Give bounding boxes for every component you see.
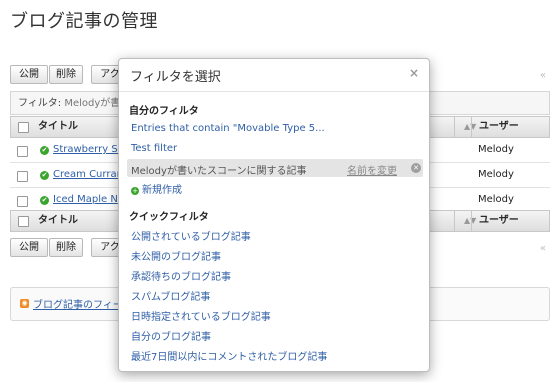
dialog-title: フィルタを選択 (130, 70, 221, 85)
new-filter-link[interactable]: + 新規作成 (131, 181, 182, 196)
page-title: ブログ記事の管理 (10, 11, 158, 32)
delete-filter-icon[interactable]: ✕ (411, 163, 421, 173)
filter-select-dialog: フィルタを選択 × 自分のフィルタ Entries that contain "… (118, 58, 430, 372)
quick-filter-item[interactable]: スパムブログ記事 (131, 288, 210, 303)
column-divider (454, 117, 455, 137)
select-all-checkbox[interactable] (18, 122, 29, 133)
quick-filter-item[interactable]: 未公開のブログ記事 (131, 248, 221, 263)
rss-icon: ◉ (20, 299, 29, 308)
plus-icon: + (131, 187, 139, 195)
selected-filter-label[interactable]: Melodyが書いたスコーンに関する記事 (131, 162, 306, 177)
select-all-checkbox[interactable] (18, 216, 29, 227)
feed-link[interactable]: ブログ記事のフィー (33, 296, 123, 311)
column-divider (471, 117, 472, 137)
column-user[interactable]: ユーザー (479, 117, 519, 137)
my-filter-item-selected[interactable]: Melodyが書いたスコーンに関する記事 名前を変更 ✕ (127, 159, 423, 177)
column-user[interactable]: ユーザー (479, 211, 519, 231)
published-status-icon: ✔ (40, 171, 49, 180)
column-title[interactable]: タイトル (38, 117, 78, 137)
quick-filter-item[interactable]: 公開されているブログ記事 (131, 228, 251, 243)
column-divider (454, 211, 455, 231)
column-title[interactable]: タイトル (38, 211, 78, 231)
quick-filters-heading: クイックフィルタ (129, 212, 209, 223)
my-filter-item[interactable]: Entries that contain "Movable Type 5... (131, 123, 325, 134)
quick-filter-item[interactable]: 承認待ちのブログ記事 (131, 268, 231, 283)
my-filter-item[interactable]: Test filter (131, 143, 177, 154)
entry-title-link[interactable]: Iced Maple N (53, 188, 118, 212)
new-filter-label: 新規作成 (142, 185, 182, 196)
my-filters-heading: 自分のフィルタ (129, 106, 199, 117)
published-status-icon: ✔ (40, 146, 49, 155)
entry-title-link[interactable]: Cream Curran (53, 163, 123, 187)
row-checkbox[interactable] (17, 196, 28, 207)
row-checkbox[interactable] (17, 171, 28, 182)
quick-filter-item[interactable]: 最近7日間以内にコメントされたブログ記事 (131, 348, 327, 363)
entry-title-link[interactable]: Strawberry Sc (53, 138, 123, 162)
publish-button-bottom[interactable]: 公開 (10, 238, 48, 257)
quick-filter-item[interactable]: 自分のブログ記事 (131, 328, 211, 343)
publish-button[interactable]: 公開 (10, 65, 48, 84)
rename-filter-link[interactable]: 名前を変更 (347, 162, 397, 177)
filter-label: フィルタ: (18, 98, 62, 109)
delete-button[interactable]: 削除 (49, 65, 83, 84)
quick-filter-item[interactable]: 日時指定されているブログ記事 (131, 308, 271, 323)
delete-button-bottom[interactable]: 削除 (49, 238, 83, 257)
divider (119, 91, 429, 92)
filter-value: Melodyが書 (64, 98, 121, 109)
pager-prev-icon[interactable]: « (540, 70, 546, 81)
close-icon[interactable]: × (409, 66, 419, 80)
pager-prev-icon[interactable]: « (540, 243, 546, 254)
column-divider (471, 211, 472, 231)
published-status-icon: ✔ (40, 196, 49, 205)
row-checkbox[interactable] (17, 146, 28, 157)
